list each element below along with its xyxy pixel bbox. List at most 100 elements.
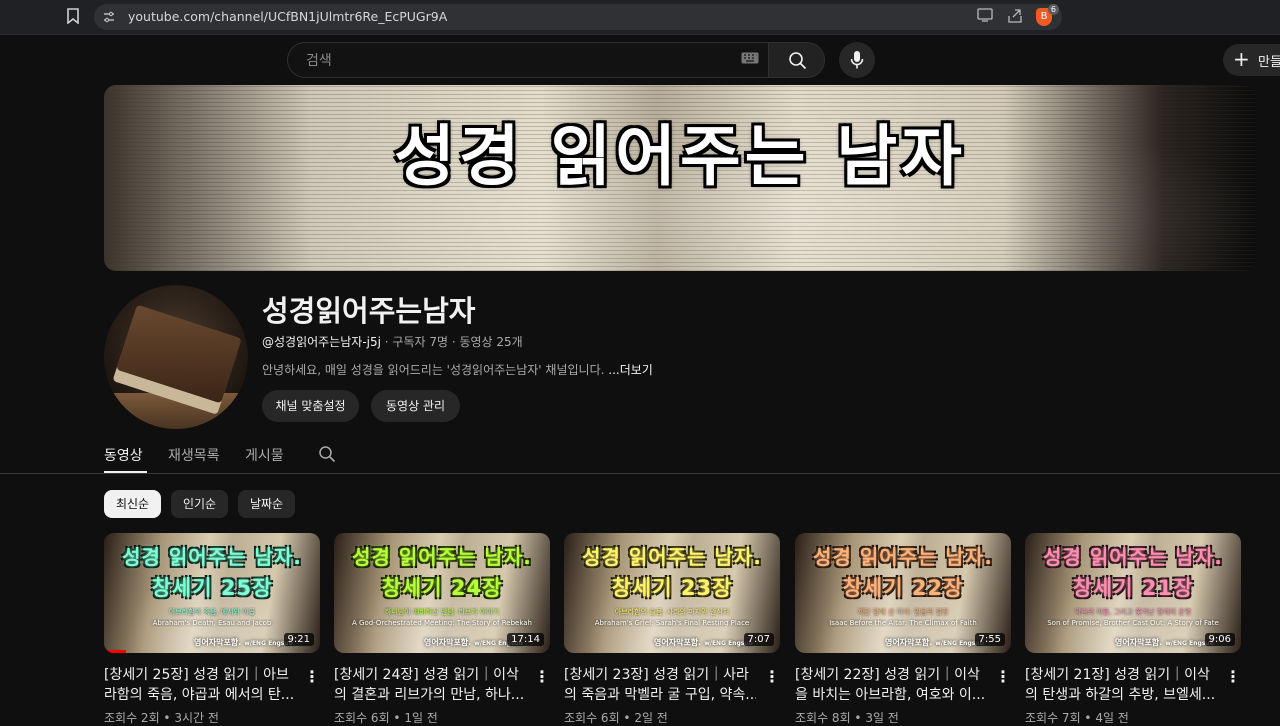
cast-icon[interactable]: [976, 8, 994, 26]
thumbnail-subtitle-ko: 아브라함의 죽음, 에서와 야곱: [168, 608, 256, 616]
video-duration: 7:55: [974, 633, 1005, 646]
video-meta: 조회수 2회 • 3시간 전: [104, 711, 219, 725]
thumbnail-subtitle-en: Abraham's Death, Esau and Jacob: [152, 619, 272, 627]
video-title-line: [창세기 24장] 성경 읽기｜이삭: [334, 667, 519, 683]
tab-posts[interactable]: 게시물: [245, 445, 284, 465]
video-duration: 9:21: [283, 633, 314, 646]
channel-name: 성경읽어주는남자: [262, 294, 476, 328]
channel-search-icon[interactable]: [318, 445, 336, 463]
thumbnail-subtitle-ko: 아브라함의 슬픔: 사라의 마지막 안식처: [614, 608, 730, 616]
video-title[interactable]: [창세기 22장] 성경 읽기｜이삭 을 바치는 아브라함, 여호와 이...: [795, 665, 987, 705]
thumbnail-tag: 영어자막포함. w/ENG Engsub: [1115, 637, 1214, 648]
video-thumbnail[interactable]: 성경 읽어주는 남자. 창세기 23장 아브라함의 슬픔: 사라의 마지막 안식…: [564, 533, 780, 653]
thumbnail-subtitle-en: Son of Promise, Brother Cast Out: A Stor…: [1047, 619, 1219, 627]
video-thumbnail[interactable]: 성경 읽어주는 남자. 창세기 21장 약속의 아들, 그리고 쫓겨난 형제의 …: [1025, 533, 1241, 653]
video-meta: 조회수 7회 • 4일 전: [1025, 711, 1129, 725]
thumbnail-subtitle-ko: 제단 앞에 선 이삭: 믿음의 절정: [857, 608, 949, 616]
thumbnail-tag: 영어자막포함. w/ENG Engsub: [885, 637, 984, 648]
more-options-icon[interactable]: ⋮: [304, 667, 320, 687]
more-link[interactable]: ...더보기: [608, 363, 653, 377]
thumbnail-chapter: 창세기 25장: [151, 576, 273, 600]
create-label: 만들: [1258, 55, 1280, 70]
tab-playlists[interactable]: 재생목록: [168, 445, 220, 465]
thumbnail-title: 성경 읽어주는 남자.: [352, 545, 532, 569]
microphone-icon: [850, 51, 864, 69]
thumbnail-chapter: 창세기 24장: [381, 576, 503, 600]
video-title[interactable]: [창세기 25장] 성경 읽기｜아브 라함의 죽음, 야곱과 에서의 탄...: [104, 665, 296, 705]
plus-icon: +: [1233, 47, 1250, 71]
video-duration: 7:07: [743, 633, 774, 646]
create-button[interactable]: + 만들: [1223, 44, 1280, 76]
chip-latest[interactable]: 최신순: [104, 490, 161, 518]
video-title-line: 라함의 죽음, 야곱과 에서의 탄...: [104, 687, 295, 703]
video-title-line: 의 결혼과 리브가의 만남, 하나...: [334, 687, 525, 703]
shield-count-badge: 6: [1047, 4, 1059, 15]
search-box: [287, 42, 769, 79]
video-thumbnail[interactable]: 성경 읽어주는 남자. 창세기 22장 제단 앞에 선 이삭: 믿음의 절정 I…: [795, 533, 1011, 653]
thumbnail-tag-text: 영어자막포함.: [885, 638, 933, 647]
chip-oldest[interactable]: 날짜순: [238, 490, 295, 518]
description-text: 안녕하세요, 매일 성경을 읽어드리는 '성경읽어주는남자' 채널입니다.: [262, 363, 609, 377]
video-title-line: [창세기 23장] 성경 읽기｜사라: [564, 667, 749, 683]
voice-search-button[interactable]: [839, 42, 875, 78]
search-input[interactable]: [304, 43, 728, 79]
thumbnail-tag-text: 영어자막포함.: [424, 638, 472, 647]
channel-description[interactable]: 안녕하세요, 매일 성경을 읽어드리는 '성경읽어주는남자' 채널입니다. ..…: [262, 361, 653, 378]
video-thumbnail[interactable]: 성경 읽어주는 남자. 창세기 25장 아브라함의 죽음, 에서와 야곱 Abr…: [104, 533, 320, 653]
thumbnail-tag-text: 영어자막포함.: [1115, 638, 1163, 647]
keyboard-icon[interactable]: [741, 52, 759, 70]
site-settings-icon[interactable]: [102, 10, 116, 24]
brave-shield-icon[interactable]: B 6: [1036, 4, 1059, 26]
chip-popular[interactable]: 인기순: [171, 490, 228, 518]
channel-avatar[interactable]: [104, 285, 248, 429]
more-options-icon[interactable]: ⋮: [995, 667, 1011, 687]
customize-channel-button[interactable]: 채널 맞춤설정: [262, 390, 359, 422]
thumbnail-tag: 영어자막포함. w/ENG Engsub: [654, 637, 753, 648]
bookmark-icon[interactable]: [64, 8, 82, 26]
video-title-line: [창세기 21장] 성경 읽기｜이삭: [1025, 667, 1210, 683]
thumbnail-title: 성경 읽어주는 남자.: [582, 545, 762, 569]
bible-image: [116, 304, 242, 404]
channel-tabs: 동영상 재생목록 게시물: [0, 436, 1280, 474]
thumbnail-tag: 영어자막포함. w/ENG Engsub: [194, 637, 293, 648]
thumbnail-title: 성경 읽어주는 남자.: [813, 545, 993, 569]
thumbnail-tag-text: 영어자막포함.: [194, 638, 242, 647]
video-meta: 조회수 6회 • 2일 전: [564, 711, 668, 725]
thumbnail-subtitle-ko: 하나님이 예비하신 만남: 리브가 이야기: [384, 608, 500, 616]
video-title[interactable]: [창세기 24장] 성경 읽기｜이삭 의 결혼과 리브가의 만남, 하나...: [334, 665, 526, 705]
video-title-line: [창세기 22장] 성경 읽기｜이삭: [795, 667, 980, 683]
more-options-icon[interactable]: ⋮: [534, 667, 550, 687]
manage-videos-button[interactable]: 동영상 관리: [371, 390, 460, 422]
video-title-line: [창세기 25장] 성경 읽기｜아브: [104, 667, 289, 683]
channel-banner: 성경 읽어주는 남자: [104, 85, 1256, 271]
video-title-line: 을 바치는 아브라함, 여호와 이...: [795, 687, 986, 703]
thumbnail-subtitle-en: Abraham's Grief: Sarah's Final Resting P…: [594, 619, 750, 627]
tab-videos[interactable]: 동영상: [104, 445, 143, 465]
share-icon[interactable]: [1006, 8, 1024, 26]
active-tab-indicator: [104, 471, 147, 473]
more-options-icon[interactable]: ⋮: [1225, 667, 1241, 687]
video-title-line: 의 죽음과 막벨라 굴 구입, 약속...: [564, 687, 756, 703]
video-duration: 17:14: [507, 633, 544, 646]
video-title-line: 의 탄생과 하갈의 추방, 브엘세...: [1025, 687, 1216, 703]
thumbnail-subtitle-ko: 약속의 아들, 그리고 쫓겨난 형제의 운명: [1074, 608, 1192, 616]
thumbnail-subtitle-en: A God-Orchestrated Meeting: The Story of…: [352, 619, 532, 627]
channel-handle: @성경읽어주는남자-j5j: [262, 335, 381, 349]
video-meta: 조회수 8회 • 3일 전: [795, 711, 899, 725]
banner-title: 성경 읽어주는 남자: [394, 118, 966, 195]
channel-meta: @성경읽어주는남자-j5j · 구독자 7명 · 동영상 25개: [262, 333, 523, 350]
video-meta: 조회수 6회 • 1일 전: [334, 711, 438, 725]
video-title[interactable]: [창세기 21장] 성경 읽기｜이삭 의 탄생과 하갈의 추방, 브엘세...: [1025, 665, 1217, 705]
video-title[interactable]: [창세기 23장] 성경 읽기｜사라 의 죽음과 막벨라 굴 구입, 약속...: [564, 665, 756, 705]
browser-toolbar: youtube.com/channel/UCfBN1jUlmtr6Re_EcPU…: [0, 0, 1280, 35]
video-duration: 9:06: [1204, 633, 1235, 646]
thumbnail-chapter: 창세기 21장: [1072, 576, 1194, 600]
more-options-icon[interactable]: ⋮: [764, 667, 780, 687]
url-text: youtube.com/channel/UCfBN1jUlmtr6Re_EcPU…: [128, 9, 448, 24]
address-bar[interactable]: youtube.com/channel/UCfBN1jUlmtr6Re_EcPU…: [94, 4, 1062, 30]
thumbnail-title: 성경 읽어주는 남자.: [1043, 545, 1223, 569]
search-button[interactable]: [768, 42, 825, 78]
channel-stats: · 구독자 7명 · 동영상 25개: [380, 335, 523, 349]
video-thumbnail[interactable]: 성경 읽어주는 남자. 창세기 24장 하나님이 예비하신 만남: 리브가 이야…: [334, 533, 550, 653]
thumbnail-chapter: 창세기 22장: [842, 576, 964, 600]
